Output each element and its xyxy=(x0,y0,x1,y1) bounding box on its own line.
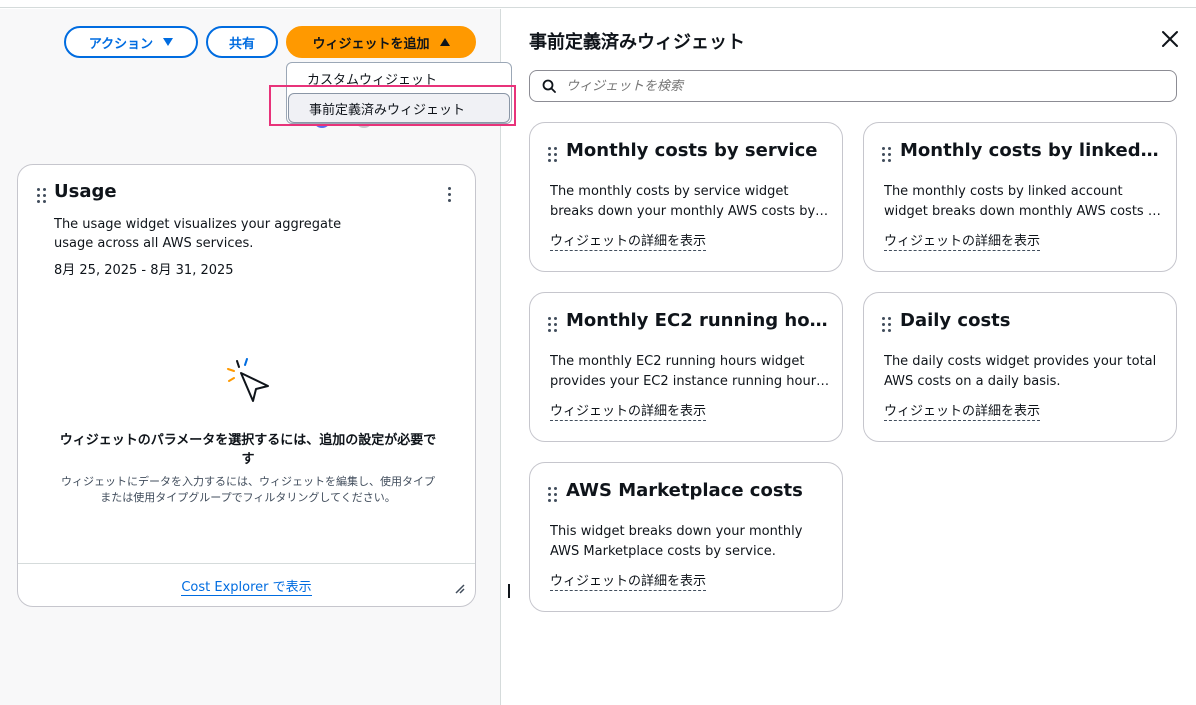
cost-explorer-link[interactable]: Cost Explorer で表示 xyxy=(181,580,312,596)
widget-card[interactable]: Monthly EC2 running hours The monthly EC… xyxy=(529,292,843,442)
card-title: Daily costs xyxy=(900,310,1011,331)
usage-widget: Usage The usage widget visualizes your a… xyxy=(17,164,476,607)
widget-card[interactable]: AWS Marketplace costs This widget breaks… xyxy=(529,462,843,612)
card-description: The monthly costs by linked account widg… xyxy=(884,184,1164,219)
widget-date-range: 8月 25, 2025 - 8月 31, 2025 xyxy=(54,263,234,278)
share-button[interactable]: 共有 xyxy=(206,26,278,58)
resize-handle-icon[interactable] xyxy=(455,584,465,594)
actions-button[interactable]: アクション xyxy=(64,26,198,58)
more-options-icon[interactable] xyxy=(448,187,451,202)
caret-up-icon xyxy=(439,38,450,46)
widget-footer-divider xyxy=(18,563,475,564)
top-border xyxy=(0,0,1196,8)
widget-card[interactable]: Daily costs The daily costs widget provi… xyxy=(863,292,1177,442)
widget-card[interactable]: Monthly costs by linked account The mont… xyxy=(863,122,1177,272)
card-details-link[interactable]: ウィジェットの詳細を表示 xyxy=(550,230,707,251)
search-input[interactable] xyxy=(566,78,1146,94)
pointer-click-icon xyxy=(227,358,269,402)
widget-search xyxy=(529,70,1177,102)
drag-handle-icon[interactable] xyxy=(548,317,557,332)
drag-handle-icon[interactable] xyxy=(882,317,891,332)
card-details-link[interactable]: ウィジェットの詳細を表示 xyxy=(550,400,707,421)
widget-description: The usage widget visualizes your aggrega… xyxy=(54,217,342,251)
card-description: The monthly EC2 running hours widget pro… xyxy=(550,354,823,389)
add-widget-button[interactable]: ウィジェットを追加 xyxy=(286,26,476,58)
card-title: Monthly costs by linked account xyxy=(900,140,1164,161)
drag-handle-icon[interactable] xyxy=(37,188,46,203)
card-title: AWS Marketplace costs xyxy=(566,480,803,501)
panel-title: 事前定義済みウィジェット xyxy=(529,32,745,53)
card-description: This widget breaks down your monthly AWS… xyxy=(550,524,803,559)
close-icon[interactable] xyxy=(1160,29,1180,49)
card-description: The daily costs widget provides your tot… xyxy=(884,354,1157,389)
widget-title: Usage xyxy=(54,181,117,202)
card-description: The monthly costs by service widget brea… xyxy=(550,184,816,219)
actions-button-label: アクション xyxy=(88,36,154,52)
text-cursor xyxy=(508,584,510,598)
card-details-link[interactable]: ウィジェットの詳細を表示 xyxy=(884,230,1041,251)
drag-handle-icon[interactable] xyxy=(548,487,557,502)
drag-handle-icon[interactable] xyxy=(548,147,557,162)
card-details-link[interactable]: ウィジェットの詳細を表示 xyxy=(550,570,707,591)
card-title: Monthly costs by service xyxy=(566,140,818,161)
empty-state-title: ウィジェットのパラメータを選択するには、追加の設定が必要です xyxy=(59,433,437,467)
empty-state-body: ウィジェットにデータを入力するには、ウィジェットを編集し、使用タイプまたは使用タ… xyxy=(61,475,435,504)
card-title: Monthly EC2 running hours xyxy=(566,310,830,331)
cost-explorer-link-wrap: Cost Explorer で表示 xyxy=(18,576,475,596)
caret-down-icon xyxy=(163,38,174,46)
share-button-label: 共有 xyxy=(228,36,255,52)
add-widget-button-label: ウィジェットを追加 xyxy=(312,36,430,52)
highlight-box xyxy=(269,85,516,126)
search-icon xyxy=(542,79,556,93)
card-details-link[interactable]: ウィジェットの詳細を表示 xyxy=(884,400,1041,421)
drag-handle-icon[interactable] xyxy=(882,147,891,162)
widget-card[interactable]: Monthly costs by service The monthly cos… xyxy=(529,122,843,272)
